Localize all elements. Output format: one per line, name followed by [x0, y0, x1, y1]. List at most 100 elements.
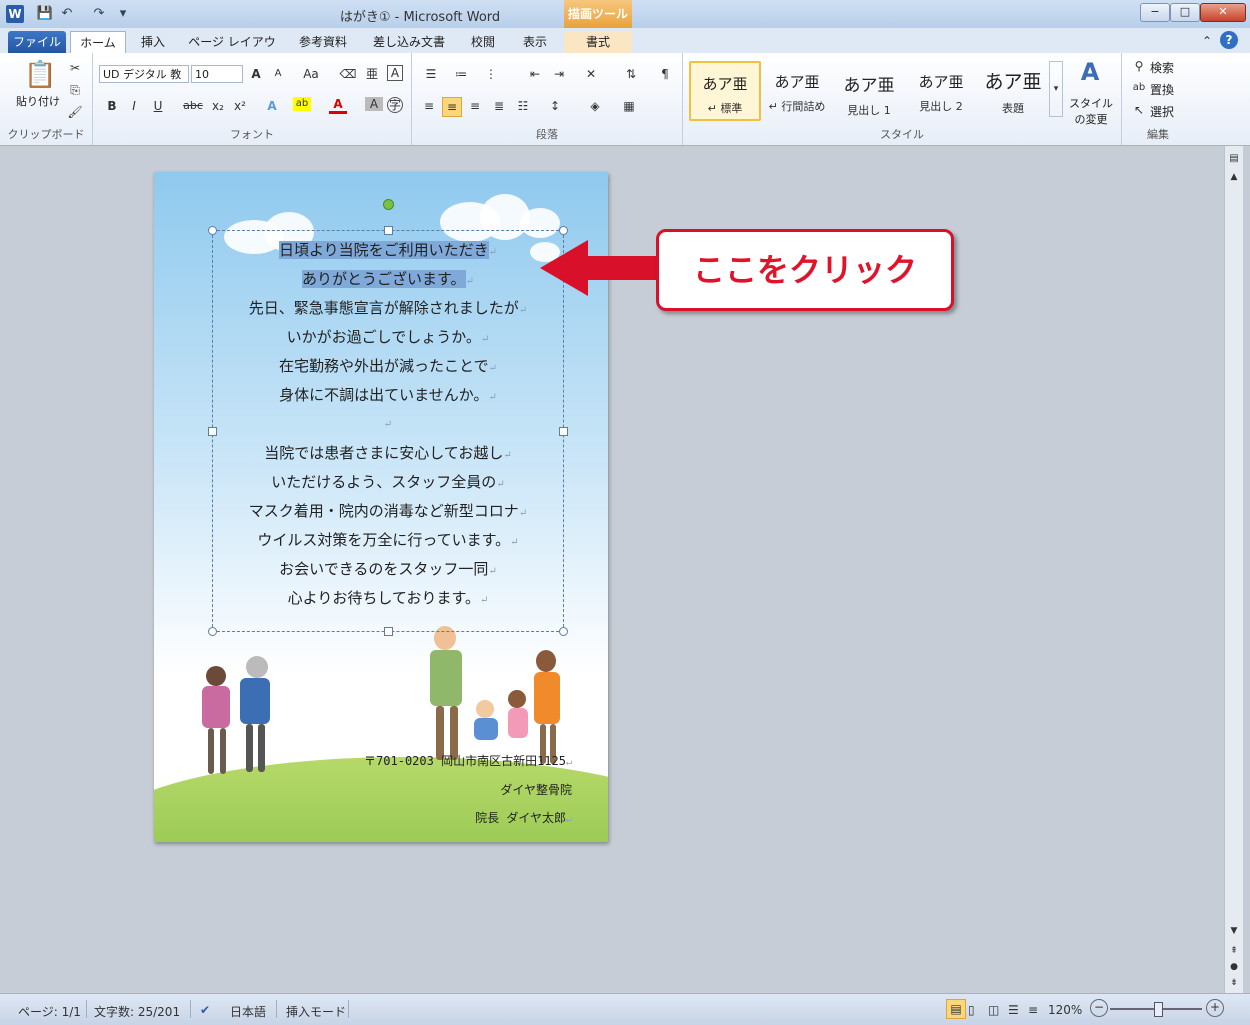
style-heading1[interactable]: あア亜 見出し 1	[835, 61, 903, 117]
sort-icon[interactable]: ⇅	[622, 65, 640, 83]
address-line[interactable]: 〒701-0203 岡山市南区古新田1125↵	[364, 752, 572, 769]
resize-handle-se[interactable]	[559, 627, 568, 636]
text-line[interactable]: ウイルス対策を万全に行っています。↵	[213, 529, 563, 550]
shrink-font-icon[interactable]: A	[269, 65, 287, 83]
tab-mailings[interactable]: 差し込み文書	[368, 31, 450, 53]
italic-icon[interactable]: I	[125, 97, 143, 115]
text-line[interactable]: 在宅勤務や外出が減ったことで↵	[213, 355, 563, 376]
paste-button[interactable]: 貼り付け	[16, 93, 60, 109]
text-line[interactable]: ありがとうございます。↵	[213, 268, 563, 289]
zoom-out-button[interactable]: −	[1090, 999, 1108, 1017]
text-line[interactable]: 当院では患者さまに安心してお越し↵	[213, 442, 563, 463]
resize-handle-s[interactable]	[384, 627, 393, 636]
subscript-icon[interactable]: x₂	[209, 97, 227, 115]
text-effects-icon[interactable]: A	[263, 97, 281, 115]
tab-view[interactable]: 表示	[514, 31, 556, 53]
message-text-box[interactable]: 日頃より当院をご利用いただき↵ ありがとうございます。↵ 先日、緊急事態宣言が解…	[208, 226, 568, 636]
status-language[interactable]: 日本語	[230, 1003, 266, 1020]
char-border-icon[interactable]: A	[387, 65, 403, 81]
vertical-scrollbar[interactable]: ▤ ▲ ▼ ⇞ ● ⇟	[1224, 146, 1243, 993]
zoom-slider-thumb[interactable]	[1154, 1002, 1163, 1017]
increase-indent-icon[interactable]: ⇥	[550, 65, 568, 83]
close-button[interactable]: ✕	[1200, 3, 1246, 22]
status-insert-mode[interactable]: 挿入モード	[286, 1003, 346, 1020]
highlight-icon[interactable]: ab	[293, 97, 311, 111]
text-line[interactable]: お会いできるのをスタッフ一同↵	[213, 558, 563, 579]
style-heading2[interactable]: あア亜 見出し 2	[907, 61, 975, 117]
phonetic-guide-icon[interactable]: 亜	[363, 65, 381, 83]
text-line[interactable]: マスク着用・院内の消毒など新型コロナ↵	[213, 500, 563, 521]
bold-icon[interactable]: B	[103, 97, 121, 115]
tab-page-layout[interactable]: ページ レイアウト	[184, 31, 280, 71]
style-normal[interactable]: あア亜 ↵ 標準	[689, 61, 761, 121]
text-line[interactable]: 先日、緊急事態宣言が解除されましたが↵	[213, 297, 563, 318]
rotate-handle[interactable]	[383, 199, 394, 210]
text-line[interactable]: ↵	[213, 413, 563, 431]
replace-button[interactable]: 置換	[1150, 81, 1174, 98]
status-word-count[interactable]: 文字数: 25/201	[94, 1003, 180, 1020]
font-name-combo[interactable]: UD デジタル 教	[99, 65, 189, 83]
asian-layout-icon[interactable]: ✕	[582, 65, 600, 83]
shading-icon[interactable]: ◈	[586, 97, 604, 115]
select-icon[interactable]: ↖	[1130, 101, 1148, 119]
ribbon-minimize-icon[interactable]: ⌃	[1198, 32, 1216, 50]
line-spacing-icon[interactable]: ↕	[546, 97, 564, 115]
change-styles-button[interactable]: スタイルの変更	[1067, 95, 1115, 127]
strikethrough-icon[interactable]: abc	[181, 97, 205, 115]
resize-handle-ne[interactable]	[559, 226, 568, 235]
superscript-icon[interactable]: x²	[231, 97, 249, 115]
ruler-toggle-icon[interactable]: ▤	[1225, 150, 1243, 168]
scroll-down-icon[interactable]: ▼	[1225, 922, 1243, 940]
underline-icon[interactable]: U	[149, 97, 167, 115]
print-layout-view-icon[interactable]: ▤	[946, 999, 966, 1019]
zoom-level[interactable]: 120%	[1048, 1003, 1082, 1017]
font-color-icon[interactable]: A	[329, 97, 347, 114]
help-icon[interactable]: ?	[1220, 31, 1238, 49]
multilevel-list-icon[interactable]: ⋮	[482, 65, 500, 83]
align-left-icon[interactable]: ≡	[420, 97, 438, 115]
borders-icon[interactable]: ▦	[620, 97, 638, 115]
selected-text[interactable]: ありがとうございます。	[302, 270, 466, 288]
next-page-icon[interactable]: ⇟	[1225, 974, 1243, 992]
outline-view-icon[interactable]: ☰	[1008, 1003, 1019, 1017]
maximize-button[interactable]: □	[1170, 3, 1200, 22]
text-line[interactable]: 身体に不調は出ていませんか。↵	[213, 384, 563, 405]
find-icon[interactable]: ⚲	[1130, 57, 1148, 75]
clinic-name-line[interactable]: ダイヤ整骨院	[500, 781, 572, 798]
font-size-combo[interactable]: 10	[191, 65, 243, 83]
tab-file[interactable]: ファイル	[8, 31, 66, 53]
style-no-spacing[interactable]: あア亜 ↵ 行間詰め	[763, 61, 831, 117]
text-line[interactable]: いただけるよう、スタッフ全員の↵	[213, 471, 563, 492]
format-painter-icon[interactable]: 🖌	[66, 103, 84, 121]
tab-format[interactable]: 書式	[564, 31, 632, 53]
status-page[interactable]: ページ: 1/1	[18, 1003, 81, 1020]
tab-insert[interactable]: 挿入	[132, 31, 174, 53]
scroll-up-icon[interactable]: ▲	[1225, 168, 1243, 186]
resize-handle-nw[interactable]	[208, 226, 217, 235]
tab-home[interactable]: ホーム	[70, 31, 126, 54]
find-button[interactable]: 検索	[1150, 59, 1174, 76]
clear-format-icon[interactable]: ⌫	[339, 65, 357, 83]
director-line[interactable]: 院長 ダイヤ太郎↵	[475, 809, 572, 826]
align-right-icon[interactable]: ≡	[466, 97, 484, 115]
align-center-icon[interactable]: ≡	[442, 97, 462, 117]
full-screen-view-icon[interactable]: ▯	[968, 1003, 975, 1017]
tab-review[interactable]: 校閲	[462, 31, 504, 53]
numbering-icon[interactable]: ≔	[452, 65, 470, 83]
text-line[interactable]: 心よりお待ちしております。↵	[213, 587, 563, 608]
decrease-indent-icon[interactable]: ⇤	[526, 65, 544, 83]
zoom-in-button[interactable]: +	[1206, 999, 1224, 1017]
style-title[interactable]: あア亜 表題	[979, 61, 1047, 117]
resize-handle-sw[interactable]	[208, 627, 217, 636]
styles-scroll-icon[interactable]: ▾	[1049, 61, 1063, 117]
tab-references[interactable]: 参考資料	[292, 31, 354, 53]
cut-icon[interactable]: ✂	[66, 59, 84, 77]
show-marks-icon[interactable]: ¶	[656, 65, 674, 83]
text-line[interactable]: いかがお過ごしでしょうか。↵	[213, 326, 563, 347]
resize-handle-n[interactable]	[384, 226, 393, 235]
web-layout-view-icon[interactable]: ◫	[988, 1003, 999, 1017]
minimize-button[interactable]: −	[1140, 3, 1170, 22]
enclose-char-icon[interactable]: 字	[387, 97, 403, 113]
replace-icon[interactable]: ab	[1130, 79, 1148, 97]
change-case-icon[interactable]: Aa	[299, 65, 323, 83]
